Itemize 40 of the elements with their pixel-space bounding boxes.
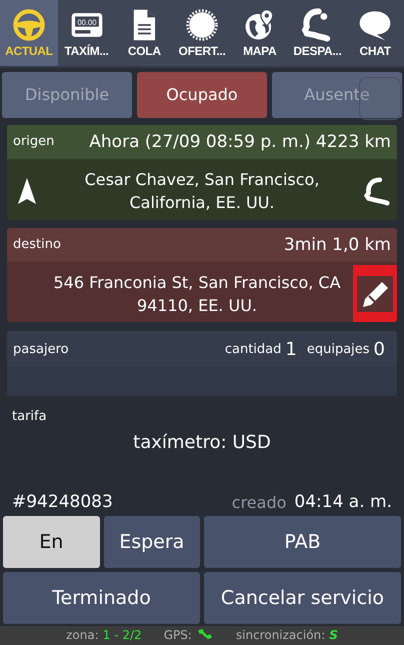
count-value: 1 [285, 338, 297, 360]
luggage-value: 0 [374, 338, 385, 360]
nav-tab[interactable]: COLA [115, 0, 174, 66]
action-button[interactable]: En [3, 516, 100, 568]
nav-tab[interactable]: 00.00 TAXÍM... [58, 0, 116, 66]
steering-wheel-icon [12, 8, 46, 42]
sync-status: S [329, 628, 338, 642]
action-button[interactable]: PAB [204, 516, 401, 568]
count-label: cantidad [224, 342, 282, 357]
edit-button[interactable] [353, 264, 397, 322]
fare-value: taxímetro: USD [133, 432, 271, 454]
origin-label: origen [13, 134, 54, 150]
origin-address: Cesar Chavez, San Francisco, California, EE. UU. [84, 168, 320, 214]
passenger-label: pasajero [13, 342, 69, 357]
zone-value: 1 - 2/2 [102, 628, 142, 642]
action-button[interactable]: Terminado [3, 572, 200, 624]
badge-icon [185, 8, 220, 42]
destination-eta: 3min 1,0 km [284, 234, 391, 254]
satellite-icon [196, 628, 214, 642]
order-number: #94248083 [12, 492, 113, 512]
origin-time: Ahora (27/09 08:59 p. m.) 4223 km [89, 132, 391, 152]
destination-address: 546 Franconia St, San Francisco, CA 94110, EE. UU. [52, 272, 342, 316]
sync-label: sincronización: [236, 628, 326, 642]
status-button[interactable]: Ocupado [137, 72, 267, 118]
action-button[interactable]: Cancelar servicio [204, 572, 401, 624]
destination-label: destino [13, 237, 61, 252]
zone-label: zona: [66, 628, 99, 642]
pencil-icon [357, 276, 393, 312]
nav-tab[interactable]: ACTUAL [0, 0, 58, 66]
luggage-label: equipajes [306, 342, 370, 357]
gps-label: GPS: [164, 628, 192, 642]
nav-tab[interactable]: MAPA [230, 0, 289, 66]
nav-tab[interactable]: CHAT [346, 0, 404, 66]
nav-tab[interactable]: OFERT... [173, 0, 231, 66]
headset-icon[interactable] [363, 176, 391, 206]
fare-label: tarifa [12, 409, 48, 424]
nav-tab[interactable]: DESPA... [288, 0, 346, 66]
created-label: creado [232, 492, 286, 512]
created-time: 04:14 a. m. [294, 492, 392, 512]
action-button[interactable]: Espera [104, 516, 200, 568]
